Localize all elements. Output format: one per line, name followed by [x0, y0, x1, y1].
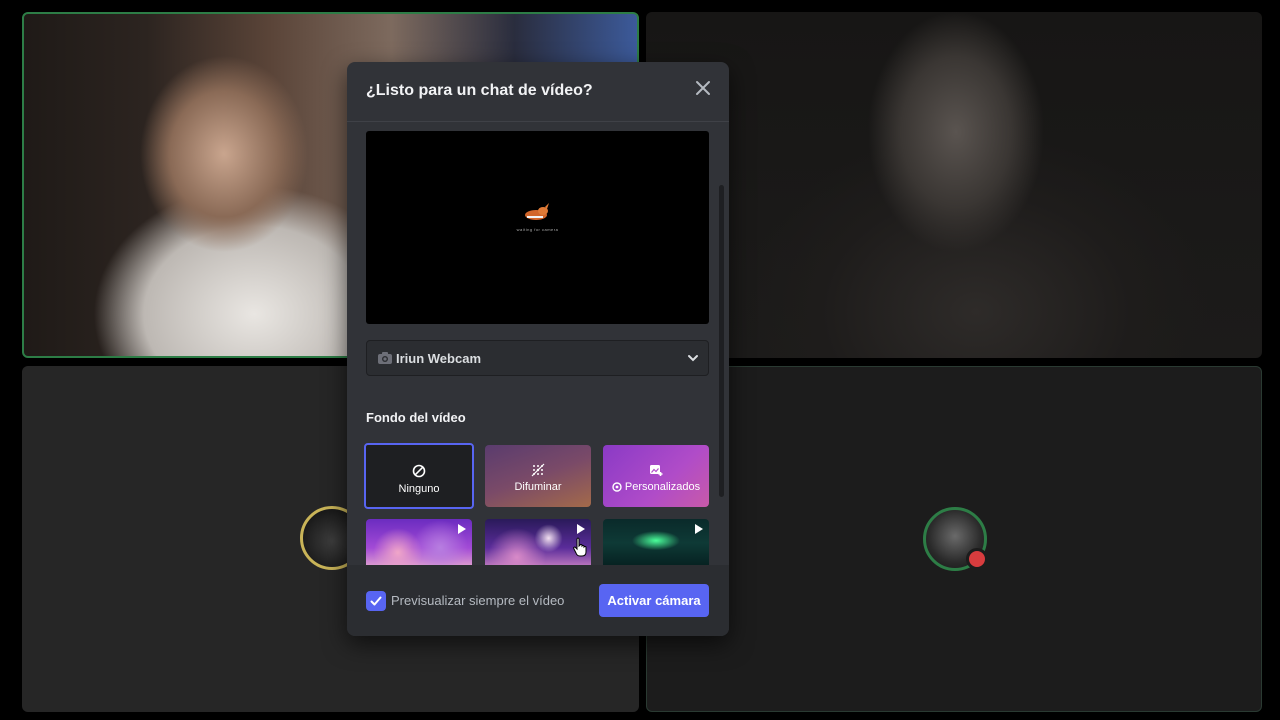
close-button[interactable] [691, 76, 715, 100]
modal-header: ¿Listo para un chat de vídeo? [347, 62, 729, 122]
chevron-down-icon [688, 355, 698, 362]
participant-video-tile-2[interactable] [646, 12, 1262, 358]
background-option-custom[interactable]: Personalizados [603, 445, 709, 507]
no-symbol-icon [412, 464, 426, 478]
background-option-label: Personalizados [603, 481, 709, 493]
background-thumbnail[interactable] [603, 519, 709, 565]
always-preview-label[interactable]: Previsualizar siempre el vídeo [391, 593, 564, 608]
play-icon [458, 524, 466, 534]
modal-footer: Previsualizar siempre el vídeo Activar c… [347, 565, 729, 636]
camera-select[interactable]: Iriun Webcam [366, 340, 709, 376]
loading-animation-icon [525, 203, 549, 220]
modal-title: ¿Listo para un chat de vídeo? [366, 82, 593, 99]
participant-tile-4[interactable] [646, 366, 1262, 712]
close-icon [696, 81, 710, 95]
preview-caption: waiting for camera [516, 227, 559, 232]
participant-avatar [923, 507, 988, 571]
background-option-label: Ninguno [398, 483, 440, 495]
background-option-none[interactable]: Ninguno [364, 443, 474, 509]
video-chat-modal: ¿Listo para un chat de vídeo? waiting fo… [347, 62, 729, 636]
checkmark-icon [370, 596, 382, 606]
activate-camera-button[interactable]: Activar cámara [599, 584, 709, 617]
blur-icon [531, 463, 545, 477]
add-image-icon [650, 465, 663, 476]
camera-select-value: Iriun Webcam [396, 351, 482, 366]
scrollbar[interactable] [719, 185, 724, 497]
background-option-blur[interactable]: Difuminar [485, 445, 591, 507]
background-option-custom-label: Personalizados [624, 481, 701, 493]
background-thumbnail[interactable] [366, 519, 472, 565]
modal-body: waiting for camera Iriun Webcam Fondo de… [347, 123, 729, 565]
camera-preview: waiting for camera [366, 131, 709, 324]
background-section-label: Fondo del vídeo [366, 410, 466, 425]
hand-cursor-icon [573, 537, 587, 557]
camera-icon [378, 352, 392, 364]
nitro-icon [612, 482, 622, 492]
always-preview-checkbox[interactable] [366, 591, 386, 611]
play-icon [577, 524, 585, 534]
status-badge [966, 548, 988, 570]
play-icon [695, 524, 703, 534]
background-option-label: Difuminar [514, 481, 562, 493]
